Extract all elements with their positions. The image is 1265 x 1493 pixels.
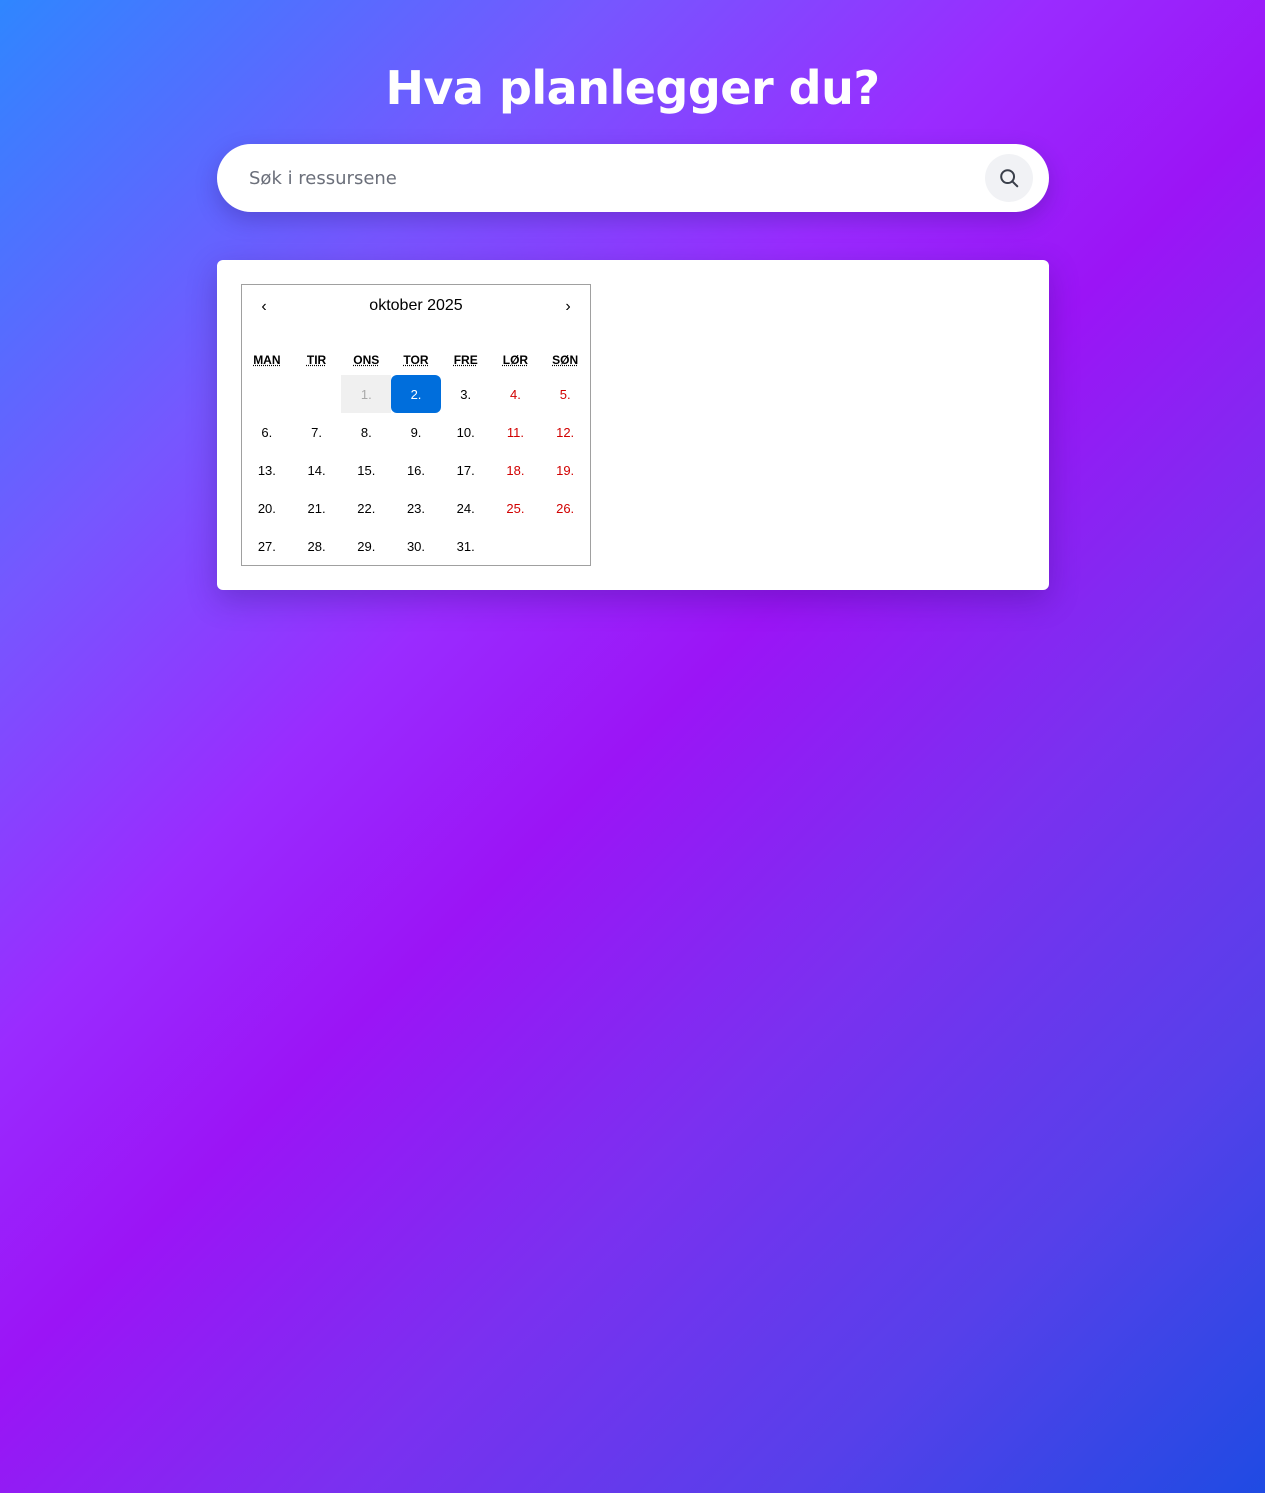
day-cell[interactable]: 20.: [242, 489, 292, 527]
search-input[interactable]: [249, 156, 979, 200]
day-cell[interactable]: 19.: [540, 451, 590, 489]
day-cell[interactable]: 12.: [540, 413, 590, 451]
day-cell[interactable]: 3.: [441, 375, 491, 413]
weekday-label: MAN: [253, 353, 281, 367]
day-cell[interactable]: 31.: [441, 527, 491, 565]
day-cell: 1.: [341, 375, 392, 413]
day-cell[interactable]: 13.: [242, 451, 292, 489]
day-cell[interactable]: 27.: [242, 527, 292, 565]
weekday-label: LØR: [502, 353, 529, 367]
weekday-label: TOR: [403, 353, 429, 367]
weekday-header: MAN TIR ONS TOR FRE LØR SØN: [242, 350, 590, 370]
day-cell[interactable]: 4.: [491, 375, 541, 413]
day-cell[interactable]: 21.: [292, 489, 342, 527]
day-cell-selected[interactable]: 2.: [391, 375, 441, 413]
day-cell[interactable]: 18.: [491, 451, 541, 489]
day-cell[interactable]: 28.: [292, 527, 342, 565]
month-label[interactable]: oktober 2025: [302, 297, 530, 315]
calendar-navigation: ‹ oktober 2025 ›: [242, 285, 590, 329]
empty-day-cell: [242, 375, 292, 413]
weekday-label: ONS: [353, 353, 380, 367]
day-cell[interactable]: 14.: [292, 451, 342, 489]
day-cell[interactable]: 16.: [391, 451, 441, 489]
calendar-card: ‹ oktober 2025 › MAN TIR ONS TOR FRE LØR…: [217, 260, 1049, 590]
day-cell[interactable]: 8.: [341, 413, 391, 451]
day-cell[interactable]: 5.: [540, 375, 590, 413]
day-cell[interactable]: 17.: [441, 451, 491, 489]
day-cell[interactable]: 22.: [341, 489, 391, 527]
weekday-label: FRE: [453, 353, 478, 367]
day-cell[interactable]: 29.: [341, 527, 391, 565]
calendar: ‹ oktober 2025 › MAN TIR ONS TOR FRE LØR…: [241, 284, 591, 566]
day-cell[interactable]: 10.: [441, 413, 491, 451]
search-icon: [1000, 169, 1019, 188]
day-cell[interactable]: 30.: [391, 527, 441, 565]
day-cell[interactable]: 25.: [491, 489, 541, 527]
weekday-label: SØN: [552, 353, 579, 367]
day-cell[interactable]: 9.: [391, 413, 441, 451]
weekday-label: TIR: [306, 353, 327, 367]
prev-month-button[interactable]: ‹: [242, 293, 286, 321]
page-title: Hva planlegger du?: [385, 61, 880, 115]
day-cell[interactable]: 6.: [242, 413, 292, 451]
day-cell[interactable]: 11.: [491, 413, 541, 451]
days-grid: 1. 2. 3. 4. 5. 6. 7. 8. 9. 10. 11. 12. 13. 14. 15. 16. 1…: [242, 375, 590, 565]
day-cell[interactable]: 26.: [540, 489, 590, 527]
next-month-button[interactable]: ›: [546, 293, 590, 321]
search-button[interactable]: [985, 154, 1033, 202]
day-cell[interactable]: 15.: [341, 451, 391, 489]
day-cell[interactable]: 7.: [292, 413, 342, 451]
day-cell[interactable]: 24.: [441, 489, 491, 527]
search-bar: [217, 144, 1049, 212]
empty-day-cell: [292, 375, 342, 413]
day-cell[interactable]: 23.: [391, 489, 441, 527]
